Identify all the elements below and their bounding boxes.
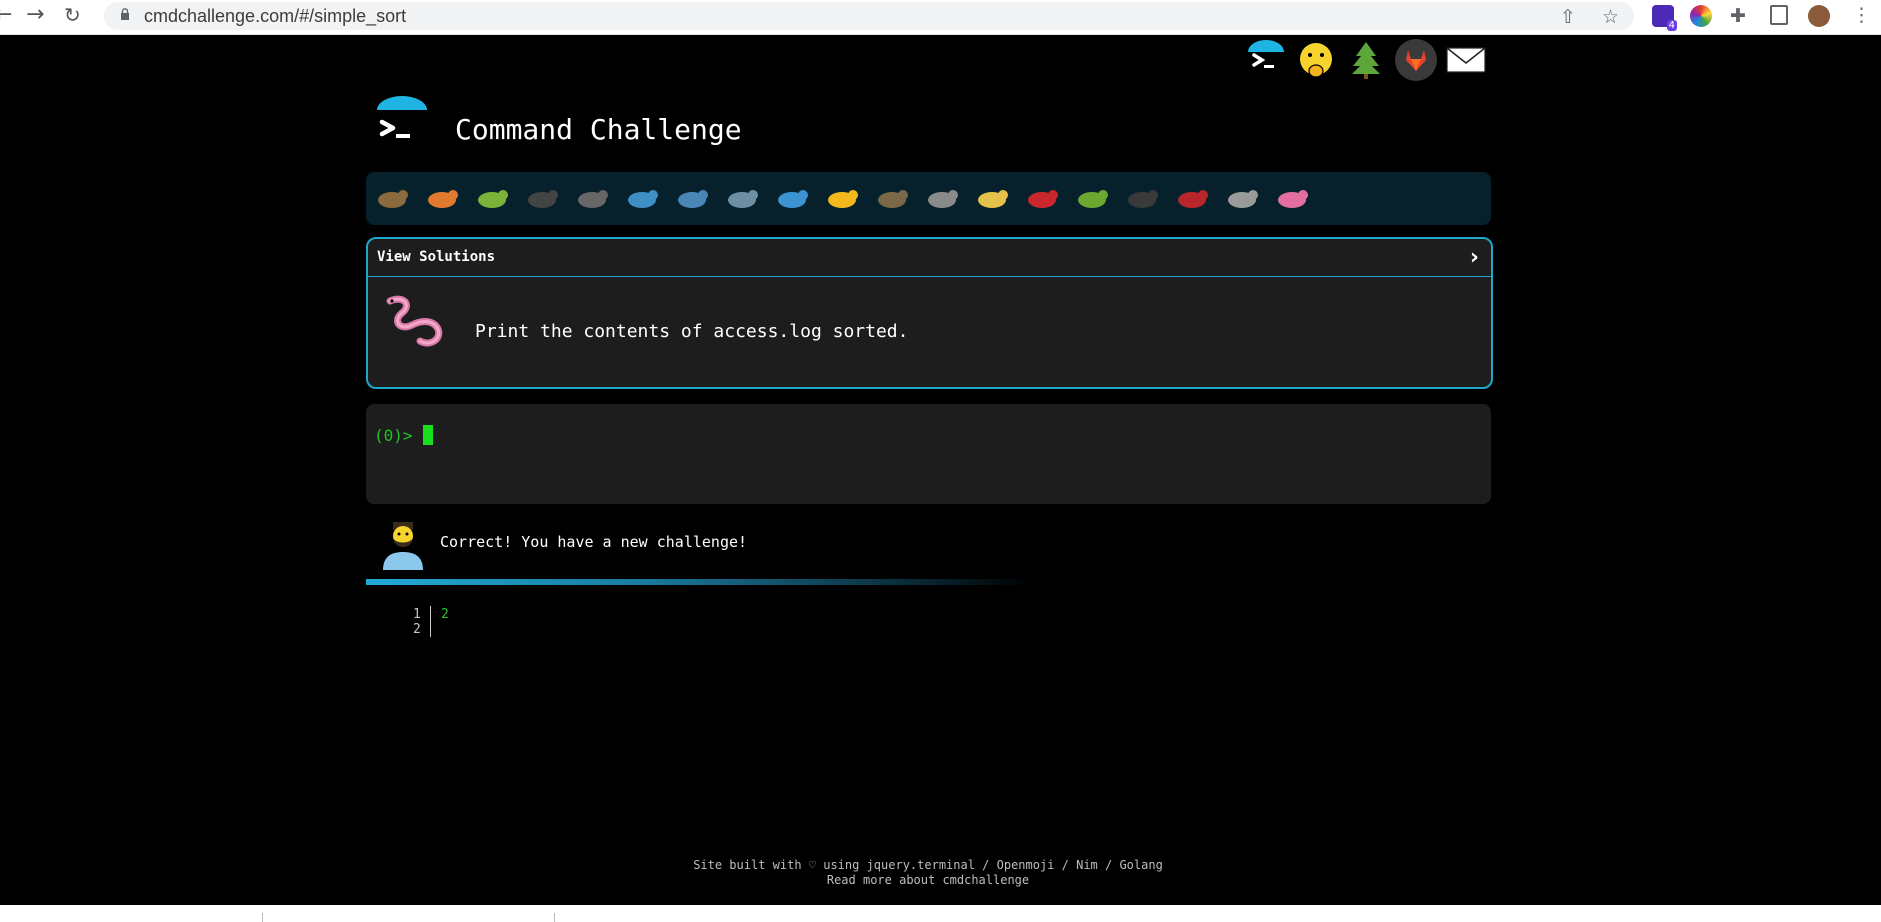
url-text[interactable]: cmdchallenge.com/#/simple_sort: [144, 6, 406, 27]
caterpillar-icon[interactable]: [472, 178, 512, 218]
share-icon[interactable]: ⇧: [1560, 6, 1576, 28]
feedback-message: Correct! You have a new challenge!: [440, 533, 748, 551]
ladybug-icon[interactable]: [1022, 178, 1062, 218]
terminal[interactable]: (0)>: [366, 404, 1491, 504]
address-bar[interactable]: cmdchallenge.com/#/simple_sort ⇧ ☆: [104, 2, 1634, 30]
challenge-strip: [366, 172, 1491, 225]
lock-icon: [121, 8, 129, 20]
wolf-icon[interactable]: [922, 178, 962, 218]
back-icon[interactable]: ←: [0, 4, 12, 26]
chevron-right-icon[interactable]: ›: [1470, 245, 1479, 270]
spider-web-icon[interactable]: [572, 178, 612, 218]
butterfly-icon[interactable]: [422, 178, 462, 218]
dolphin-icon[interactable]: [722, 178, 762, 218]
side-panel-icon[interactable]: [1770, 5, 1788, 25]
blowfish-icon[interactable]: [872, 178, 912, 218]
logo-icon: [377, 96, 427, 138]
footer-credits: Site built with ♡ using jquery.terminal …: [693, 858, 1163, 872]
divider: [554, 913, 555, 922]
terminal-cursor[interactable]: [423, 425, 433, 445]
puzzle-extensions-icon[interactable]: ✚: [1730, 5, 1746, 27]
task-description: Print the contents of access.log sorted.: [475, 321, 909, 342]
gitlab-icon[interactable]: [1394, 38, 1438, 82]
view-solutions-label[interactable]: View Solutions: [377, 249, 495, 265]
tropical-fish-icon[interactable]: [822, 178, 862, 218]
bookmark-star-icon[interactable]: ☆: [1602, 6, 1619, 28]
page-title: Command Challenge: [455, 113, 742, 146]
cricket-icon[interactable]: [1072, 178, 1112, 218]
scorpion-icon[interactable]: [1172, 178, 1212, 218]
gutter-divider: [430, 606, 431, 637]
line-number: 1: [413, 607, 421, 622]
mail-icon[interactable]: [1444, 38, 1488, 82]
extension-badge: 4: [1666, 20, 1677, 31]
view-solutions-toggle[interactable]: View Solutions ›: [368, 239, 1491, 277]
tree-icon[interactable]: [1344, 38, 1388, 82]
menu-kebab-icon[interactable]: ⋮: [1852, 4, 1871, 26]
browser-toolbar: ← → ↻ cmdchallenge.com/#/simple_sort ⇧ ☆…: [0, 0, 1881, 35]
ant-icon[interactable]: [522, 178, 562, 218]
terminal-prompt: (0)>: [374, 426, 413, 445]
worm-icon[interactable]: [1272, 178, 1312, 218]
fish-icon[interactable]: [772, 178, 812, 218]
divider: [262, 913, 263, 922]
footer-read-more-link[interactable]: Read more about cmdchallenge: [0, 873, 1856, 887]
bottom-bar: [0, 905, 1881, 922]
profile-avatar[interactable]: [1808, 5, 1830, 27]
color-picker-extension-icon[interactable]: [1690, 5, 1712, 27]
spider-icon[interactable]: [1122, 178, 1162, 218]
worm-icon: [386, 295, 443, 347]
fly-icon[interactable]: [1222, 178, 1262, 218]
bee-icon[interactable]: [972, 178, 1012, 218]
face-hand-over-mouth-icon[interactable]: [1294, 38, 1338, 82]
terminal-icon[interactable]: [1244, 38, 1288, 82]
shark-icon[interactable]: [672, 178, 712, 218]
task-panel: View Solutions › Print the contents of a…: [366, 237, 1493, 389]
whale-icon[interactable]: [622, 178, 662, 218]
forward-icon[interactable]: →: [26, 4, 44, 26]
progress-bar: [366, 579, 1032, 585]
line-number: 2: [413, 622, 421, 637]
reload-icon[interactable]: ↻: [64, 4, 81, 26]
snail-icon[interactable]: [372, 178, 412, 218]
person-avatar-icon: [383, 522, 423, 570]
extension-icon[interactable]: 4: [1652, 5, 1677, 31]
output-line: 2: [441, 607, 449, 622]
